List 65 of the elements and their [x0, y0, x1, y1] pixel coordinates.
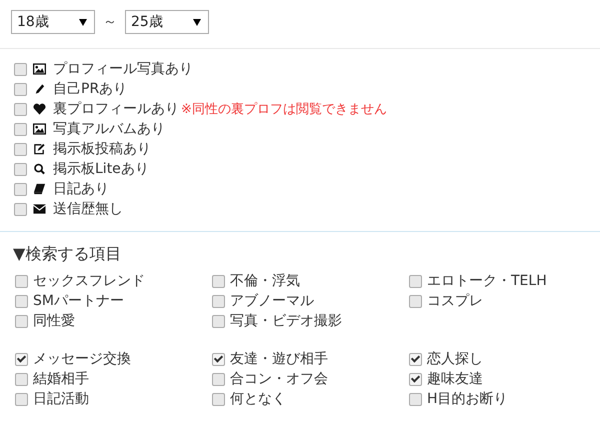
- checkbox[interactable]: [14, 122, 27, 136]
- picture-icon: [33, 63, 46, 75]
- option-label: メッセージ交換: [33, 350, 131, 368]
- option-label: 恋人探し: [427, 350, 483, 368]
- option-label: 日記活動: [33, 390, 89, 408]
- caret-icon: [79, 18, 87, 26]
- checkbox[interactable]: [212, 294, 225, 308]
- filter-label: 日記あり: [53, 180, 109, 198]
- checkbox[interactable]: [14, 182, 27, 196]
- edit-icon: [33, 143, 46, 155]
- option-label: エロトーク・TELH: [427, 272, 547, 290]
- checkbox[interactable]: [15, 274, 28, 288]
- filter-label: 掲示板投稿あり: [53, 140, 151, 158]
- checkbox[interactable]: [14, 202, 27, 216]
- option-label: 何となく: [230, 390, 286, 408]
- picture-icon: [33, 123, 46, 135]
- checkbox[interactable]: [15, 352, 28, 366]
- filter-label: 裏プロフィールあり: [53, 100, 179, 118]
- checkbox[interactable]: [14, 142, 27, 156]
- checkbox[interactable]: [409, 294, 422, 308]
- warning-note: ※同性の裏プロフは閲覧できません: [181, 101, 387, 118]
- option-label: 写真・ビデオ撮影: [230, 312, 342, 330]
- checkbox[interactable]: [409, 372, 422, 386]
- checkbox[interactable]: [14, 162, 27, 176]
- checkbox[interactable]: [14, 102, 27, 116]
- option-label: SMパートナー: [33, 292, 124, 310]
- min-age-select[interactable]: 18歳: [11, 10, 95, 34]
- envelope-icon: [33, 203, 46, 215]
- max-age-select[interactable]: 25歳: [125, 10, 209, 34]
- checkbox[interactable]: [15, 314, 28, 328]
- filter-label: プロフィール写真あり: [53, 60, 193, 78]
- checkbox[interactable]: [212, 352, 225, 366]
- filter-label: 自己PRあり: [53, 80, 128, 98]
- search-icon: [33, 163, 46, 175]
- checkbox[interactable]: [14, 62, 27, 76]
- checkbox[interactable]: [212, 274, 225, 288]
- checkbox[interactable]: [14, 82, 27, 96]
- checkbox[interactable]: [15, 392, 28, 406]
- checkbox[interactable]: [409, 274, 422, 288]
- checkbox[interactable]: [409, 392, 422, 406]
- filter-label: 送信歴無し: [53, 200, 123, 218]
- option-label: 同性愛: [33, 312, 75, 330]
- checkbox[interactable]: [15, 372, 28, 386]
- checkbox[interactable]: [212, 372, 225, 386]
- filter-label: 掲示板Liteあり: [53, 160, 149, 178]
- option-label: 結婚相手: [33, 370, 89, 388]
- range-separator: ～: [103, 13, 117, 31]
- option-label: コスプレ: [427, 292, 483, 310]
- option-label: 友達・遊び相手: [230, 350, 328, 368]
- option-label: H目的お断り: [427, 390, 508, 408]
- heart-icon: [33, 103, 46, 115]
- option-label: 合コン・オフ会: [230, 370, 328, 388]
- checkbox[interactable]: [409, 352, 422, 366]
- checkbox[interactable]: [212, 314, 225, 328]
- checkbox[interactable]: [15, 294, 28, 308]
- option-label: 趣味友達: [427, 370, 483, 388]
- option-label: 不倫・浮気: [230, 272, 300, 290]
- caret-icon: [193, 18, 201, 26]
- pencil-icon: [33, 83, 46, 95]
- filter-label: 写真アルバムあり: [53, 120, 165, 138]
- option-label: セックスフレンド: [33, 272, 145, 290]
- option-label: アブノーマル: [230, 292, 314, 310]
- section-heading: ▼検索する項目: [12, 243, 122, 265]
- book-icon: [33, 183, 46, 195]
- checkbox[interactable]: [212, 392, 225, 406]
